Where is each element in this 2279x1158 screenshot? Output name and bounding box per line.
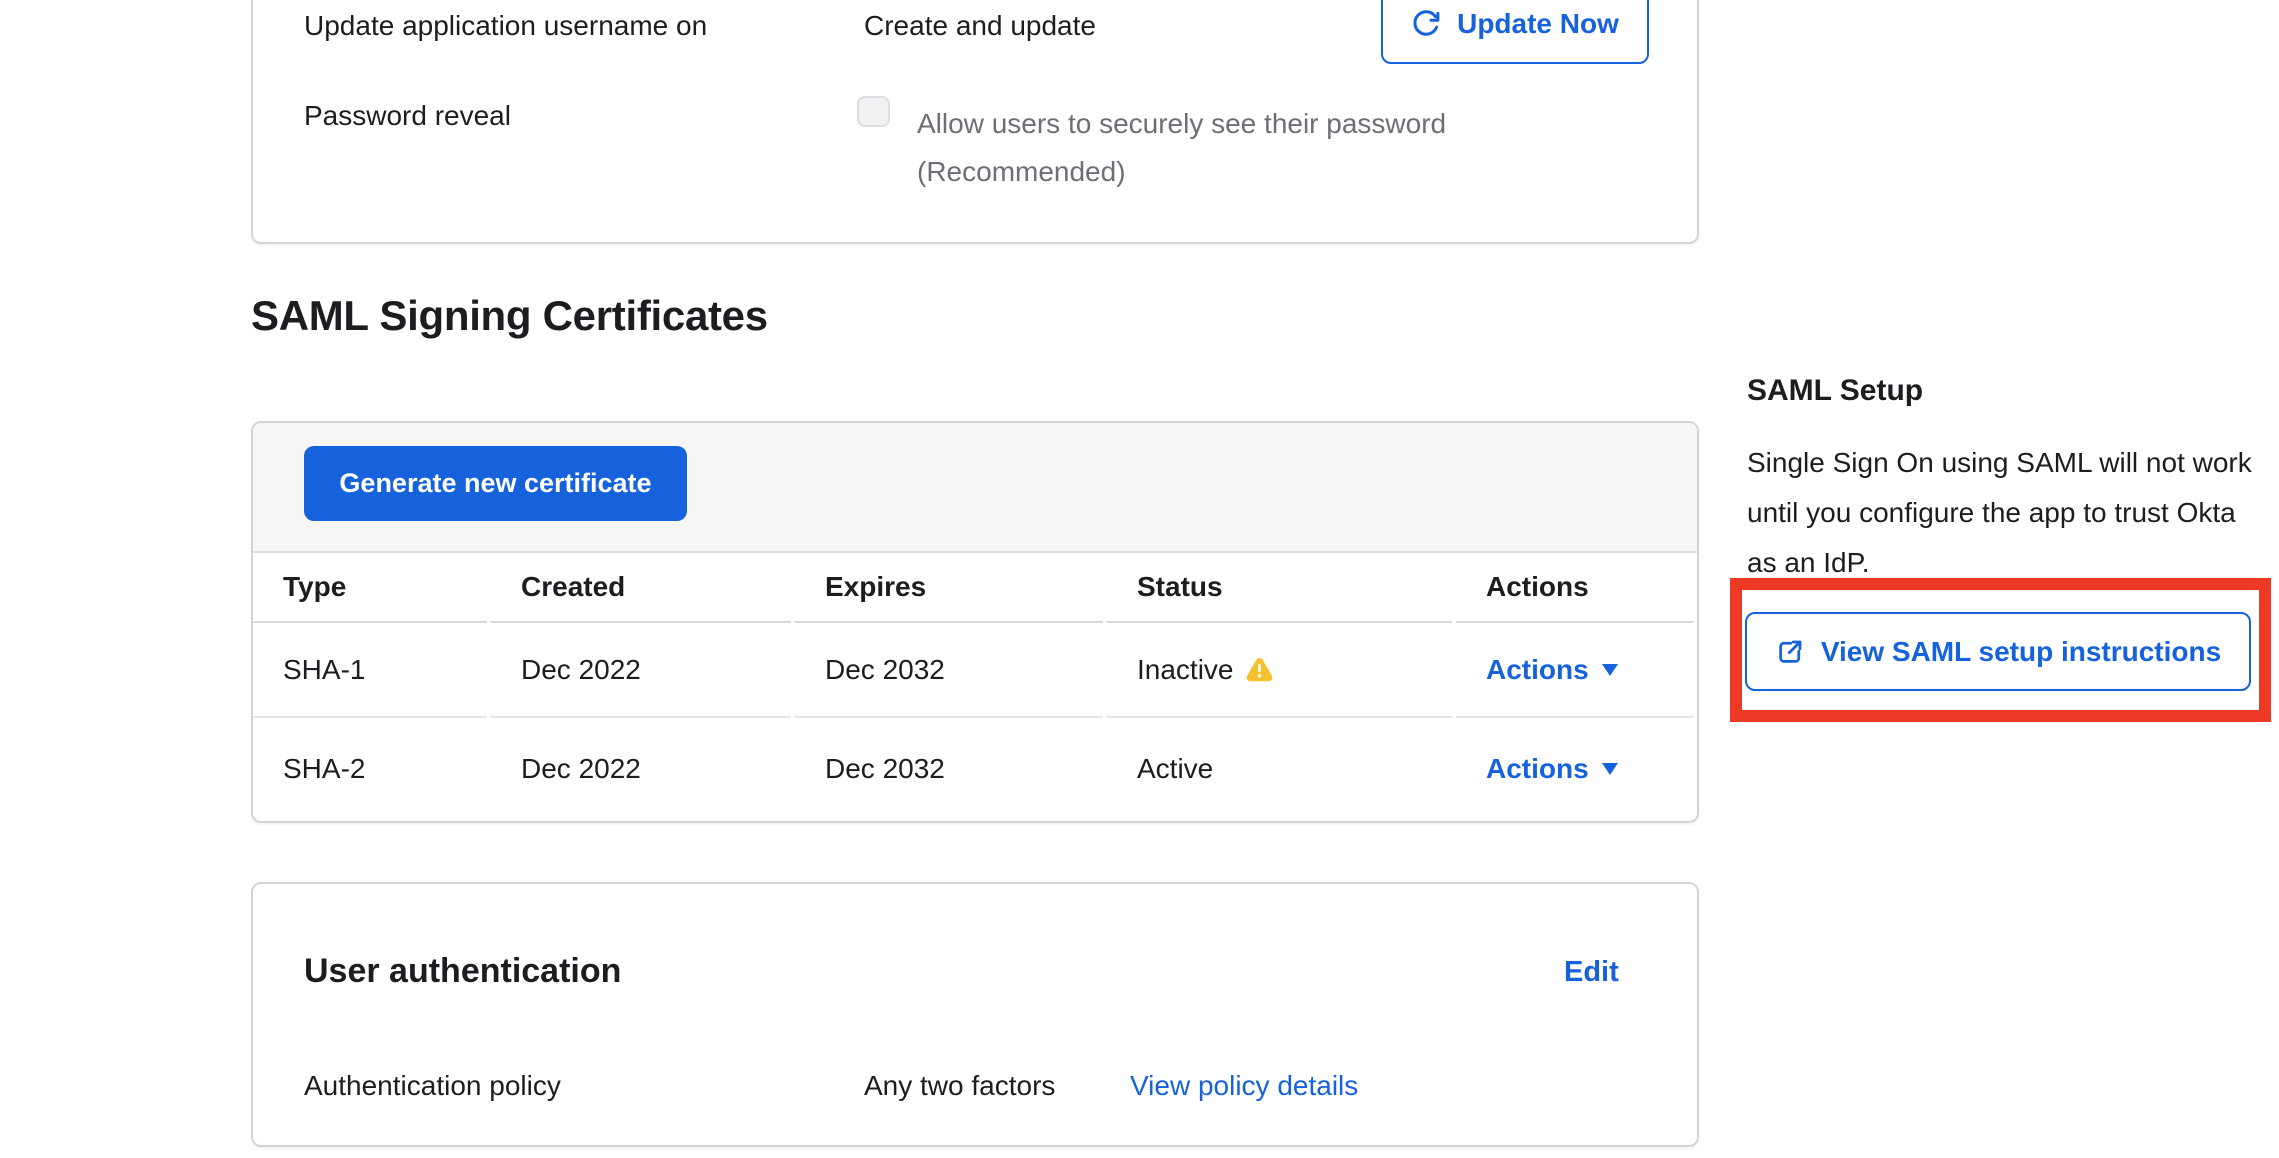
password-reveal-checkbox[interactable] xyxy=(857,96,890,127)
column-header-actions: Actions xyxy=(1456,553,1693,623)
update-username-label: Update application username on xyxy=(304,10,707,42)
cert-row-sha2-actions-cell: Actions xyxy=(1456,718,1693,819)
cert-row-sha1-created: Dec 2022 xyxy=(491,623,791,718)
chevron-down-icon xyxy=(1602,763,1618,775)
user-authentication-panel: User authentication Edit Authentication … xyxy=(251,882,1699,1147)
column-header-created: Created xyxy=(491,553,791,623)
warning-icon xyxy=(1246,657,1273,682)
user-authentication-heading: User authentication xyxy=(304,952,621,991)
saml-setup-description: Single Sign On using SAML will not work … xyxy=(1747,438,2262,588)
password-reveal-checkbox-label: Allow users to securely see their passwo… xyxy=(917,100,1637,148)
update-now-button[interactable]: Update Now xyxy=(1381,0,1649,64)
view-policy-details-link[interactable]: View policy details xyxy=(1130,1070,1358,1102)
status-text: Inactive xyxy=(1137,654,1234,686)
password-reveal-label: Password reveal xyxy=(304,100,511,132)
cert-row-sha2-created: Dec 2022 xyxy=(491,718,791,819)
authentication-policy-label: Authentication policy xyxy=(304,1070,561,1102)
certificates-table: Type Created Expires Status Actions SHA-… xyxy=(253,553,1697,819)
saml-setup-heading: SAML Setup xyxy=(1747,374,1923,408)
cert-row-sha1-type: SHA-1 xyxy=(253,623,487,718)
certificates-panel-header: Generate new certificate xyxy=(253,423,1697,553)
cert-row-sha2-expires: Dec 2032 xyxy=(795,718,1103,819)
app-username-settings-panel: Update application username on Create an… xyxy=(251,0,1699,244)
external-link-icon xyxy=(1775,637,1805,667)
actions-label: Actions xyxy=(1486,654,1589,686)
update-now-label: Update Now xyxy=(1457,8,1619,40)
column-header-type: Type xyxy=(253,553,487,623)
cert-row-sha1-status: Inactive xyxy=(1107,623,1452,718)
cert-row-sha2-type: SHA-2 xyxy=(253,718,487,819)
refresh-icon xyxy=(1411,9,1441,39)
edit-user-authentication-link[interactable]: Edit xyxy=(1564,956,1619,989)
cert-row-sha1-expires: Dec 2032 xyxy=(795,623,1103,718)
update-username-value: Create and update xyxy=(864,10,1096,42)
sha1-actions-dropdown[interactable]: Actions xyxy=(1486,654,1618,686)
okta-saml-settings-page: Update application username on Create an… xyxy=(0,0,2279,1158)
sha2-actions-dropdown[interactable]: Actions xyxy=(1486,753,1618,785)
column-header-status: Status xyxy=(1107,553,1452,623)
cert-row-sha2-status: Active xyxy=(1107,718,1452,819)
column-header-expires: Expires xyxy=(795,553,1103,623)
view-saml-setup-instructions-label: View SAML setup instructions xyxy=(1821,636,2221,668)
certificates-panel: Generate new certificate Type Created Ex… xyxy=(251,421,1699,823)
chevron-down-icon xyxy=(1602,664,1618,676)
saml-signing-certificates-heading: SAML Signing Certificates xyxy=(251,292,768,340)
generate-certificate-button[interactable]: Generate new certificate xyxy=(304,446,687,521)
actions-label: Actions xyxy=(1486,753,1589,785)
authentication-policy-value: Any two factors xyxy=(864,1070,1055,1102)
cert-row-sha1-actions-cell: Actions xyxy=(1456,623,1693,718)
view-saml-setup-instructions-button[interactable]: View SAML setup instructions xyxy=(1745,612,2251,691)
password-reveal-checkbox-note: (Recommended) xyxy=(917,148,1637,196)
